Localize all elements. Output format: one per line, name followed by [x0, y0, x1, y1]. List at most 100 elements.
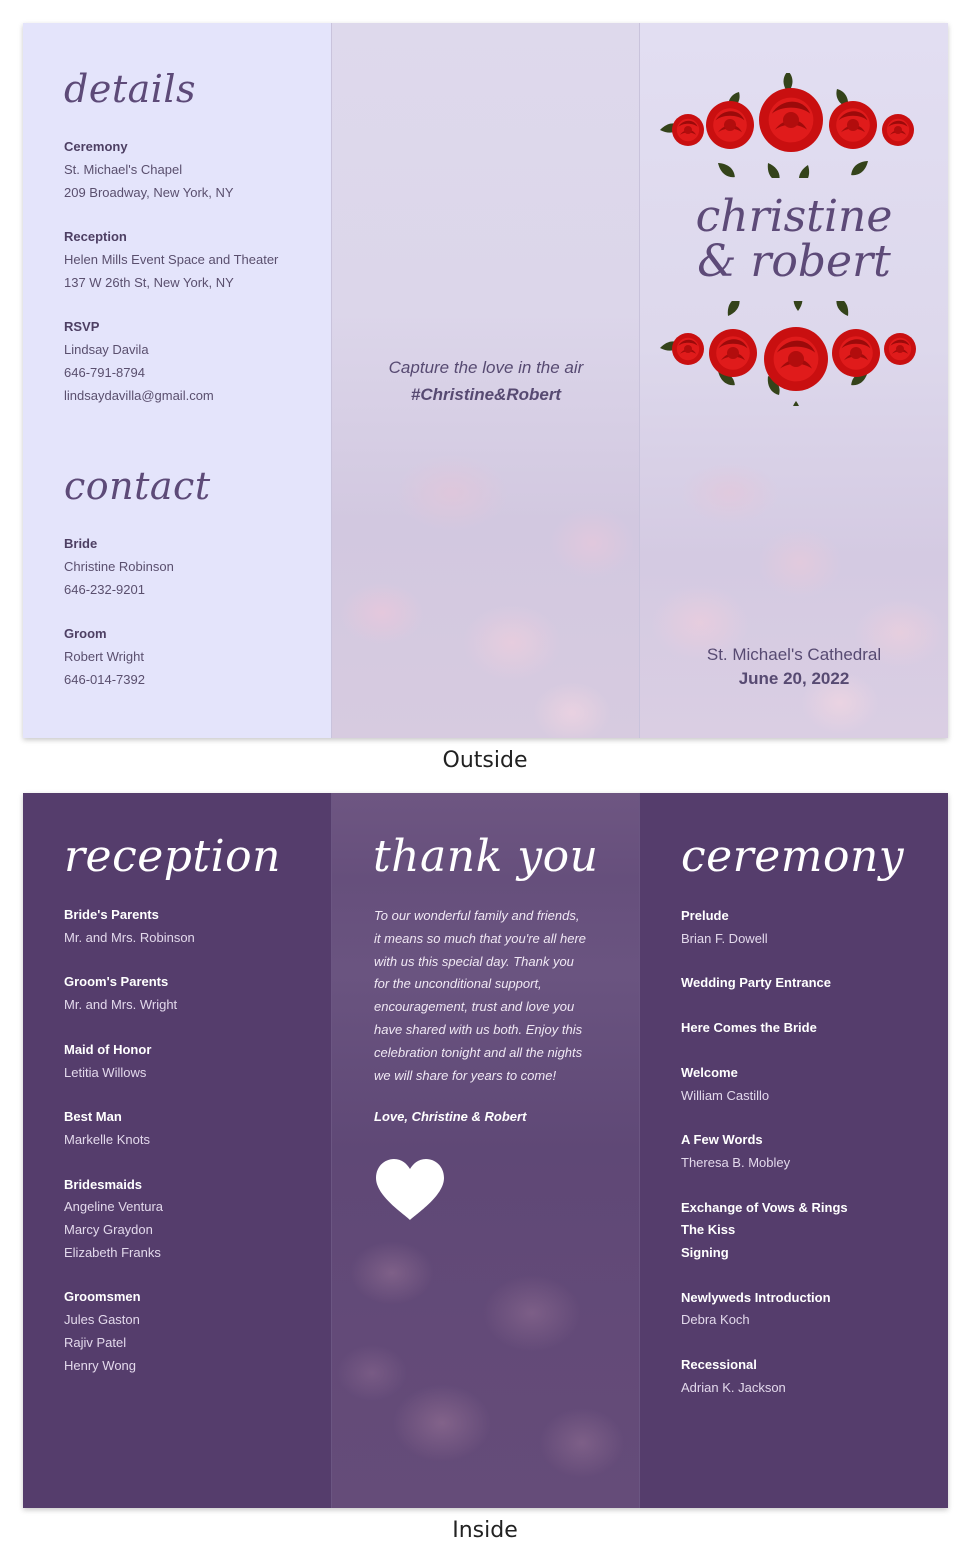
details-ceremony: Ceremony St. Michael's Chapel 209 Broadw…: [64, 135, 324, 204]
contact-line: 646-014-7392: [64, 672, 145, 687]
thank-you-message: To our wonderful family and friends, it …: [374, 905, 606, 1087]
role-name: Jules Gaston: [64, 1312, 140, 1328]
list-item: Welcome William Castillo: [681, 1062, 941, 1107]
list-item: A Few Words Theresa B. Mobley: [681, 1129, 941, 1174]
program-person: Adrian K. Jackson: [681, 1379, 786, 1395]
program-item: Wedding Party Entrance: [681, 975, 832, 991]
venue-name: St. Michael's Cathedral: [706, 645, 882, 664]
program-item: Signing: [681, 1245, 729, 1261]
detail-line: 646-791-8794: [64, 365, 145, 380]
couple-names: christine & robert: [640, 194, 948, 284]
details-rsvp: RSVP Lindsay Davila 646-791-8794 lindsay…: [64, 315, 324, 407]
role-name: Mr. and Mrs. Robinson: [64, 929, 195, 945]
detail-line: Lindsay Davila: [64, 342, 149, 357]
contact-label: Bride: [64, 536, 98, 551]
contact-label: Groom: [64, 626, 107, 641]
list-item: Groomsmen Jules Gaston Rajiv Patel Henry…: [64, 1286, 324, 1377]
message-line: it means so much that you're all here: [374, 930, 587, 946]
contact-line: 646-232-9201: [64, 582, 145, 597]
list-item: Recessional Adrian K. Jackson: [681, 1354, 941, 1399]
role-name: Angeline Ventura: [64, 1199, 164, 1215]
inside-caption: Inside: [452, 1518, 518, 1543]
list-item: Prelude Brian F. Dowell: [681, 905, 941, 950]
role-name: Letitia Willows: [64, 1064, 147, 1080]
detail-line: 209 Broadway, New York, NY: [64, 185, 234, 200]
reception-heading: reception: [64, 831, 282, 882]
list-item: Newlyweds Introduction Debra Koch: [681, 1287, 941, 1332]
program-person: Brian F. Dowell: [681, 930, 768, 946]
message-line: for the unconditional support,: [374, 976, 542, 992]
role-label: Best Man: [64, 1109, 122, 1125]
message-line: with us this special day. Thank you: [374, 953, 574, 969]
program-item: Exchange of Vows & Rings: [681, 1199, 848, 1215]
ceremony-list: Prelude Brian F. Dowell Wedding Party En…: [681, 905, 941, 1422]
ceremony-panel: ceremony Prelude Brian F. Dowell Wedding…: [640, 793, 948, 1508]
brochure-outside: details Ceremony St. Michael's Chapel 20…: [23, 23, 948, 738]
role-label: Groom's Parents: [64, 974, 169, 990]
program-person: William Castillo: [681, 1087, 770, 1103]
message-line: we will share for years to come!: [374, 1067, 557, 1083]
details-reception: Reception Helen Mills Event Space and Th…: [64, 225, 324, 294]
program-item: A Few Words: [681, 1132, 763, 1148]
name-line-1: christine: [695, 191, 893, 242]
list-item: Wedding Party Entrance: [681, 972, 941, 995]
signoff: Love, Christine & Robert: [374, 1109, 527, 1124]
thank-you-heading: thank you: [373, 831, 599, 882]
program-item: Prelude: [681, 908, 729, 923]
role-label: Groomsmen: [64, 1289, 141, 1305]
tagline-text: Capture the love in the air: [388, 358, 584, 377]
role-name: Henry Wong: [64, 1357, 137, 1373]
role-label: Bridesmaids: [64, 1176, 143, 1192]
list-item: Exchange of Vows & Rings The Kiss Signin…: [681, 1197, 941, 1265]
message-line: To our wonderful family and friends,: [374, 908, 580, 923]
message-line: celebration tonight and all the nights: [374, 1044, 583, 1060]
detail-label: RSVP: [64, 319, 100, 334]
detail-label: Reception: [64, 229, 127, 244]
role-name: Elizabeth Franks: [64, 1244, 161, 1260]
brochure-inside: reception Bride's Parents Mr. and Mrs. R…: [23, 793, 948, 1508]
list-item: Best Man Markelle Knots: [64, 1106, 324, 1151]
detail-line: St. Michael's Chapel: [64, 162, 183, 177]
rose-garland-icon: [659, 301, 916, 406]
list-item: Bridesmaids Angeline Ventura Marcy Grayd…: [64, 1174, 324, 1265]
reception-panel: reception Bride's Parents Mr. and Mrs. R…: [23, 793, 331, 1508]
hashtag-panel: Capture the love in the air #Christine&R…: [332, 23, 640, 738]
program-person: Debra Koch: [681, 1312, 750, 1328]
message-line: encouragement, trust and love you: [374, 999, 575, 1015]
rose-garland-icon: [659, 73, 914, 178]
detail-line: lindsaydavilla@gmail.com: [64, 388, 214, 403]
contact-heading: contact: [64, 464, 211, 508]
contact-groom: Groom Robert Wright 646-014-7392: [64, 622, 324, 691]
contact-bride: Bride Christine Robinson 646-232-9201: [64, 532, 324, 601]
detail-label: Ceremony: [64, 139, 128, 154]
program-item: The Kiss: [681, 1222, 736, 1238]
hashtag-block: Capture the love in the air #Christine&R…: [332, 354, 640, 408]
details-panel: details Ceremony St. Michael's Chapel 20…: [23, 23, 331, 738]
role-name: Marcy Graydon: [64, 1222, 153, 1238]
wedding-date: June 20, 2022: [738, 669, 850, 688]
thank-you-panel: thank you To our wonderful family and fr…: [332, 793, 640, 1508]
name-line-2: & robert: [697, 236, 891, 287]
outside-caption: Outside: [442, 748, 528, 773]
reception-list: Bride's Parents Mr. and Mrs. Robinson Gr…: [64, 904, 324, 1399]
list-item: Bride's Parents Mr. and Mrs. Robinson: [64, 904, 324, 949]
list-item: Groom's Parents Mr. and Mrs. Wright: [64, 971, 324, 1016]
contact-line: Robert Wright: [64, 649, 144, 664]
message-line: have shared with us both. Enjoy this: [374, 1021, 583, 1037]
hashtag-text: #Christine&Robert: [410, 385, 562, 404]
ceremony-heading: ceremony: [681, 831, 905, 882]
venue-block: St. Michael's Cathedral June 20, 2022: [640, 643, 948, 691]
detail-line: 137 W 26th St, New York, NY: [64, 275, 234, 290]
role-name: Mr. and Mrs. Wright: [64, 997, 178, 1013]
program-person: Theresa B. Mobley: [681, 1154, 791, 1170]
detail-line: Helen Mills Event Space and Theater: [64, 252, 279, 267]
role-name: Markelle Knots: [64, 1131, 150, 1147]
program-item: Recessional: [681, 1357, 757, 1373]
role-label: Bride's Parents: [64, 907, 159, 922]
program-item: Here Comes the Bride: [681, 1020, 817, 1036]
program-item: Newlyweds Introduction: [681, 1289, 831, 1305]
list-item: Here Comes the Bride: [681, 1017, 941, 1040]
program-item: Welcome: [681, 1064, 738, 1080]
heart-icon: [376, 1159, 444, 1220]
role-name: Rajiv Patel: [64, 1334, 127, 1350]
